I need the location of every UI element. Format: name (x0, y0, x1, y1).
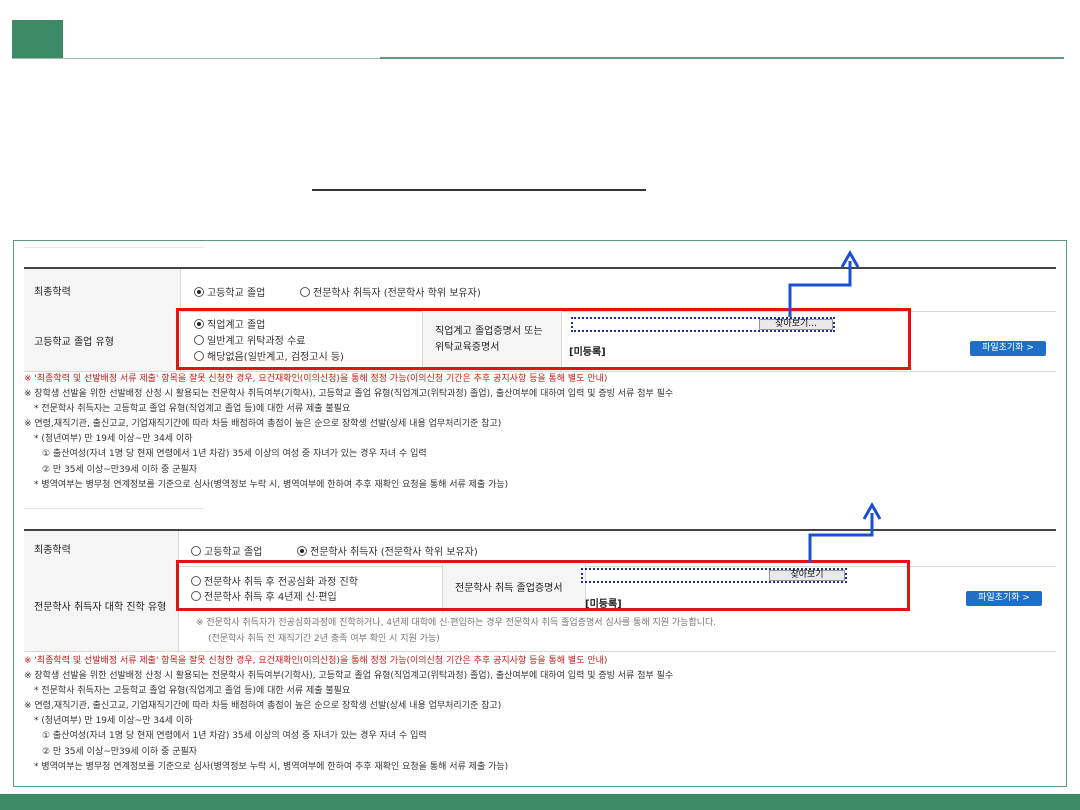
upload-arrow-icon-1 (788, 249, 860, 317)
radio-unchecked-icon (191, 546, 201, 556)
title-underline (312, 189, 646, 191)
notes-section-1: ※ '최종학력 및 선발배정 서류 제출' 항목을 잘못 신청한 경우, 요건재… (24, 374, 674, 490)
hs-type-label: 고등학교 졸업 유형 (24, 309, 181, 371)
final-education-label-2: 최종학력 (24, 531, 179, 566)
radio-high-school-graduate[interactable]: 고등학교 졸업 (194, 284, 265, 299)
univ-type-label: 전문학사 취득자 대학 진학 유형 (24, 564, 179, 651)
radio-checked-icon (194, 287, 204, 297)
associate-info-text: ※ 전문학사 취득자가 전공심화과정에 진학하거나, 4년제 대학에 신·편입하… (196, 618, 717, 644)
radio-associate-degree-2[interactable]: 전문학사 취득자 (전문학사 학위 보유자) (297, 543, 478, 558)
footer-bar (0, 794, 1080, 810)
radio-unchecked-icon (300, 287, 310, 297)
radio-high-school-graduate-2[interactable]: 고등학교 졸업 (191, 543, 262, 558)
form-screenshot-panel: 최종학력 고등학교 졸업 전문학사 취득자 (전문학사 학위 보유자) 고등학교… (13, 240, 1067, 787)
upload-arrow-icon-2 (808, 501, 882, 563)
reset-file-button-2[interactable]: 파일초기화 > (966, 591, 1042, 606)
reset-file-button[interactable]: 파일초기화 > (970, 341, 1046, 356)
slide-marker (12, 20, 63, 58)
notes-section-2: ※ '최종학력 및 선발배정 서류 제출' 항목을 잘못 신청한 경우, 요건재… (24, 656, 674, 772)
final-education-label: 최종학력 (24, 269, 181, 311)
radio-associate-degree[interactable]: 전문학사 취득자 (전문학사 학위 보유자) (300, 284, 481, 299)
row-final-education: 최종학력 고등학교 졸업 전문학사 취득자 (전문학사 학위 보유자) (24, 267, 1056, 312)
radio-checked-icon (297, 546, 307, 556)
header-divider-accent (380, 57, 1064, 59)
